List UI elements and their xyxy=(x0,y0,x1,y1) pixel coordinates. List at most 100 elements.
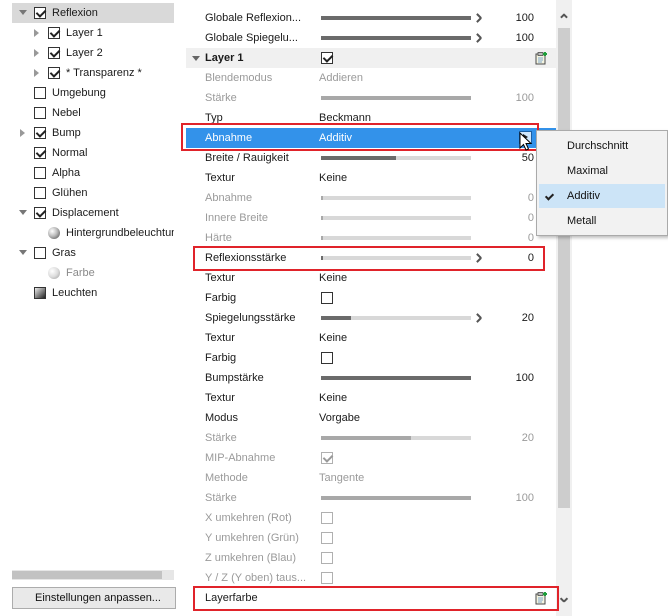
tree-scroll-thumb[interactable] xyxy=(12,571,162,579)
expand-right-icon[interactable] xyxy=(30,43,42,63)
expand-right-icon[interactable] xyxy=(30,63,42,83)
property-row-textur[interactable]: Textur Keine xyxy=(186,268,558,288)
tree-checkbox[interactable] xyxy=(34,147,46,159)
property-slider[interactable] xyxy=(321,236,471,240)
property-slider[interactable] xyxy=(321,436,471,440)
tree-item-nebel[interactable]: Nebel xyxy=(12,103,174,123)
double-chevron-icon[interactable] xyxy=(476,253,484,263)
tree-horizontal-scrollbar[interactable] xyxy=(12,570,174,580)
property-slider[interactable] xyxy=(321,36,471,40)
property-value[interactable]: 20 xyxy=(522,308,534,328)
property-value[interactable]: 0 xyxy=(528,188,534,208)
property-checkbox[interactable] xyxy=(321,352,333,364)
expand-right-icon[interactable] xyxy=(16,123,28,143)
expand-down-icon[interactable] xyxy=(16,3,28,23)
property-slider[interactable] xyxy=(321,156,471,160)
tree-checkbox[interactable] xyxy=(34,207,46,219)
tree-item-transparenz[interactable]: * Transparenz * xyxy=(12,63,174,83)
property-value[interactable]: 100 xyxy=(516,368,534,388)
properties-vertical-scrollbar[interactable] xyxy=(556,0,572,616)
property-row-x-umkehren-rot[interactable]: X umkehren (Rot) xyxy=(186,508,558,528)
property-row-abnahme[interactable]: Abnahme 0 xyxy=(186,188,558,208)
menu-item-metall[interactable]: Metall xyxy=(539,209,665,233)
property-row-methode[interactable]: Methode Tangente xyxy=(186,468,558,488)
tree-item-bump[interactable]: Bump xyxy=(12,123,174,143)
tree-checkbox[interactable] xyxy=(48,67,60,79)
property-slider[interactable] xyxy=(321,316,471,320)
tree-checkbox[interactable] xyxy=(34,107,46,119)
property-checkbox[interactable] xyxy=(321,452,333,464)
property-checkbox[interactable] xyxy=(321,572,333,584)
property-row-stärke[interactable]: Stärke 100 xyxy=(186,488,558,508)
property-row-abnahme[interactable]: Abnahme Additiv xyxy=(186,128,558,148)
double-chevron-icon[interactable] xyxy=(476,13,484,23)
tree-item-gras[interactable]: Gras xyxy=(12,243,174,263)
property-value[interactable]: Keine xyxy=(319,388,347,408)
property-value[interactable]: Keine xyxy=(319,268,347,288)
property-value[interactable]: 100 xyxy=(516,88,534,108)
menu-item-additiv[interactable]: Additiv xyxy=(539,184,665,208)
tree-checkbox[interactable] xyxy=(34,87,46,99)
tree-checkbox[interactable] xyxy=(34,187,46,199)
collapse-down-icon[interactable] xyxy=(192,56,200,61)
property-value[interactable]: 100 xyxy=(516,28,534,48)
property-value[interactable]: Keine xyxy=(319,328,347,348)
property-row-mip-abnahme[interactable]: MIP-Abnahme xyxy=(186,448,558,468)
property-row-reflexionsstärke[interactable]: Reflexionsstärke 0 xyxy=(186,248,558,268)
tree-checkbox[interactable] xyxy=(48,47,60,59)
property-row-y-z-y-oben-taus[interactable]: Y / Z (Y oben) taus... xyxy=(186,568,558,588)
property-row-farbig[interactable]: Farbig xyxy=(186,288,558,308)
property-row-härte[interactable]: Härte 0 xyxy=(186,228,558,248)
falloff-dropdown[interactable]: Additiv xyxy=(319,128,352,148)
property-value[interactable]: 100 xyxy=(516,488,534,508)
property-slider[interactable] xyxy=(321,376,471,380)
property-slider[interactable] xyxy=(321,256,471,260)
property-row-breite-rauigkeit[interactable]: Breite / Rauigkeit 50 xyxy=(186,148,558,168)
property-row-typ[interactable]: Typ Beckmann xyxy=(186,108,558,128)
property-slider[interactable] xyxy=(321,16,471,20)
tree-item-leuchten[interactable]: Leuchten xyxy=(12,283,174,303)
property-row-layer-1[interactable]: Layer 1 xyxy=(186,48,558,68)
property-row-textur[interactable]: Textur Keine xyxy=(186,328,558,348)
scroll-down-icon[interactable] xyxy=(560,596,568,604)
property-value[interactable]: Addieren xyxy=(319,68,363,88)
clipboard-plus-icon[interactable] xyxy=(534,591,548,605)
expand-right-icon[interactable] xyxy=(30,23,42,43)
property-value[interactable]: Vorgabe xyxy=(319,408,360,428)
scroll-thumb[interactable] xyxy=(558,28,570,508)
tree-item-normal[interactable]: Normal xyxy=(12,143,174,163)
property-slider[interactable] xyxy=(321,96,471,100)
property-checkbox[interactable] xyxy=(321,512,333,524)
property-value[interactable]: Keine xyxy=(319,168,347,188)
tree-item-farbe[interactable]: Farbe xyxy=(12,263,174,283)
tree-item-glühen[interactable]: Glühen xyxy=(12,183,174,203)
property-row-textur[interactable]: Textur Keine xyxy=(186,388,558,408)
tree-item-layer-2[interactable]: Layer 2 xyxy=(12,43,174,63)
double-chevron-icon[interactable] xyxy=(476,33,484,43)
property-slider[interactable] xyxy=(321,196,471,200)
property-row-modus[interactable]: Modus Vorgabe xyxy=(186,408,558,428)
property-row-z-umkehren-blau[interactable]: Z umkehren (Blau) xyxy=(186,548,558,568)
property-checkbox[interactable] xyxy=(321,532,333,544)
property-value[interactable]: 0 xyxy=(528,228,534,248)
tree-item-layer-1[interactable]: Layer 1 xyxy=(12,23,174,43)
customize-settings-button[interactable]: Einstellungen anpassen... xyxy=(12,587,176,609)
property-row-globale-spiegelu[interactable]: Globale Spiegelu... 100 xyxy=(186,28,558,48)
tree-item-displacement[interactable]: Displacement xyxy=(12,203,174,223)
property-row-stärke[interactable]: Stärke 20 xyxy=(186,428,558,448)
tree-item-hintergrundbeleuchtung[interactable]: Hintergrundbeleuchtung xyxy=(12,223,174,243)
property-row-bumpstärke[interactable]: Bumpstärke 100 xyxy=(186,368,558,388)
tree-checkbox[interactable] xyxy=(34,127,46,139)
tree-item-reflexion[interactable]: Reflexion xyxy=(12,3,174,23)
tree-item-umgebung[interactable]: Umgebung xyxy=(12,83,174,103)
expand-down-icon[interactable] xyxy=(16,203,28,223)
tree-checkbox[interactable] xyxy=(34,247,46,259)
property-row-blendemodus[interactable]: Blendemodus Addieren xyxy=(186,68,558,88)
property-row-textur[interactable]: Textur Keine xyxy=(186,168,558,188)
property-row-spiegelungsstärke[interactable]: Spiegelungsstärke 20 xyxy=(186,308,558,328)
property-value[interactable]: 0 xyxy=(528,208,534,228)
property-row-layerfarbe[interactable]: Layerfarbe xyxy=(186,588,558,608)
property-value[interactable]: Beckmann xyxy=(319,108,371,128)
property-row-globale-reflexion[interactable]: Globale Reflexion... 100 xyxy=(186,8,558,28)
property-checkbox[interactable] xyxy=(321,292,333,304)
